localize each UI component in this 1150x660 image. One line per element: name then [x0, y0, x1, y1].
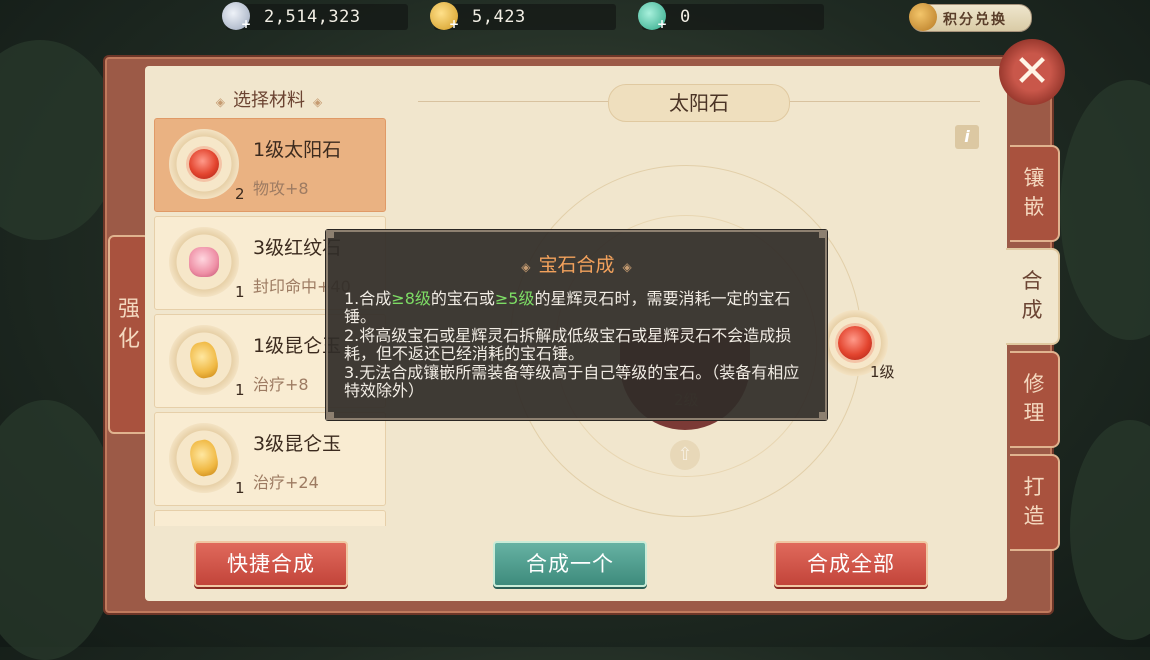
item-count: 1	[235, 479, 245, 497]
quick-synthesize-button[interactable]: 快捷合成	[194, 541, 348, 587]
item-name: 1级太阳石	[253, 139, 342, 161]
gem-synthesis-tooltip: ◈ 宝石合成 ◈ 1.合成≥8级的宝石或≥5级的星辉灵石时，需要消耗一定的宝石锤。 …	[326, 230, 827, 420]
tab-repair-label: 修理	[1023, 372, 1045, 425]
sun-stone-icon	[189, 149, 219, 179]
highlight-text: ≥5级	[494, 289, 535, 308]
add-gold-icon[interactable]: +	[448, 18, 460, 30]
tab-synthesize-label: 合成	[1021, 269, 1043, 322]
tooltip-title: ◈ 宝石合成 ◈	[521, 254, 632, 276]
item-slot	[169, 227, 239, 297]
item-count: 1	[235, 283, 245, 301]
materials-title: ◈ 选择材料 ◈	[215, 90, 323, 111]
item-name: 3级昆仑玉	[253, 433, 342, 455]
tooltip-corner	[819, 412, 827, 420]
item-stat: 治疗+24	[253, 473, 319, 492]
item-slot	[169, 423, 239, 493]
gold-amount: 5,423	[472, 7, 526, 27]
tooltip-body: 1.合成≥8级的宝石或≥5级的星辉灵石时，需要消耗一定的宝石锤。 2.将高级宝石…	[344, 289, 814, 401]
highlight-text: ≥8级	[391, 289, 431, 308]
gem-title-text: 太阳石	[669, 91, 729, 115]
add-silver-icon[interactable]: +	[240, 18, 252, 30]
item-stat: 物攻+8	[253, 179, 309, 198]
tab-strengthen-label: 强化	[118, 297, 141, 352]
tab-inlay-label: 镶嵌	[1023, 166, 1045, 219]
tooltip-corner	[326, 412, 334, 420]
silver-currency: + 2,514,323	[222, 2, 408, 30]
tab-forge-label: 打造	[1023, 475, 1045, 528]
text: 的宝石或	[430, 289, 495, 308]
item-slot	[169, 129, 239, 199]
tooltip-line-2: 2.将高级宝石或星辉灵石拆解成低级宝石或星辉灵石不会造成损耗，但不返还已经消耗的…	[344, 325, 792, 364]
background-foliage	[0, 40, 120, 240]
tooltip-corner	[819, 230, 827, 238]
arrow-up-icon: ⇧	[670, 440, 700, 470]
points-exchange-label: 积分兑换	[943, 12, 1007, 28]
item-count: 1	[235, 381, 245, 399]
background-foliage	[0, 400, 120, 660]
kunlun-jade-icon	[187, 339, 221, 381]
close-icon: ✕	[1013, 46, 1051, 97]
tab-forge[interactable]: 打造	[1010, 454, 1060, 551]
tooltip-line-1: 1.合成≥8级的宝石或≥5级的星辉灵石时，需要消耗一定的宝石锤。	[344, 289, 814, 327]
red-vein-stone-icon	[189, 247, 219, 277]
title-divider	[790, 101, 980, 102]
title-divider	[418, 101, 608, 102]
add-jade-icon[interactable]: +	[656, 18, 668, 30]
list-item[interactable]: 1 3级昆仑玉 治疗+24	[154, 412, 386, 506]
background-foliage	[1060, 80, 1150, 340]
synthesize-all-button[interactable]: 合成全部	[774, 541, 928, 587]
background-foliage	[1070, 420, 1150, 640]
info-icon[interactable]: i	[955, 125, 979, 149]
tab-strengthen[interactable]: 强化	[108, 235, 150, 434]
silver-amount: 2,514,323	[264, 7, 361, 27]
kunlun-jade-icon	[187, 437, 221, 479]
source-level: 1级	[870, 363, 895, 381]
gold-currency: + 5,423	[430, 2, 616, 30]
gem-title: 太阳石	[608, 84, 790, 122]
money-bag-icon	[909, 3, 937, 31]
tab-repair[interactable]: 修理	[1010, 351, 1060, 448]
materials-title-text: 选择材料	[233, 90, 305, 111]
tab-synthesize[interactable]: 合成	[1006, 248, 1060, 345]
jade-currency: + 0	[638, 2, 824, 30]
item-count: 2	[235, 185, 245, 203]
points-exchange-button[interactable]: 积分兑换	[909, 3, 1032, 32]
tooltip-line-3: 3.无法合成镶嵌所需装备等级高于自己等级的宝石。（装备有相应特效除外）	[344, 362, 800, 401]
text: 1.合成	[344, 289, 392, 308]
synthesize-one-button[interactable]: 合成一个	[493, 541, 647, 587]
tab-inlay[interactable]: 镶嵌	[1010, 145, 1060, 242]
jade-amount: 0	[680, 7, 691, 27]
list-item[interactable]: 2 1级太阳石 物攻+8	[154, 118, 386, 212]
item-stat: 治疗+8	[253, 375, 309, 394]
item-slot	[169, 325, 239, 395]
tooltip-title-text: 宝石合成	[538, 254, 615, 276]
close-button[interactable]: ✕	[999, 39, 1065, 105]
sun-stone-icon	[838, 326, 872, 360]
list-item[interactable]	[154, 510, 386, 526]
tooltip-corner	[326, 230, 334, 238]
